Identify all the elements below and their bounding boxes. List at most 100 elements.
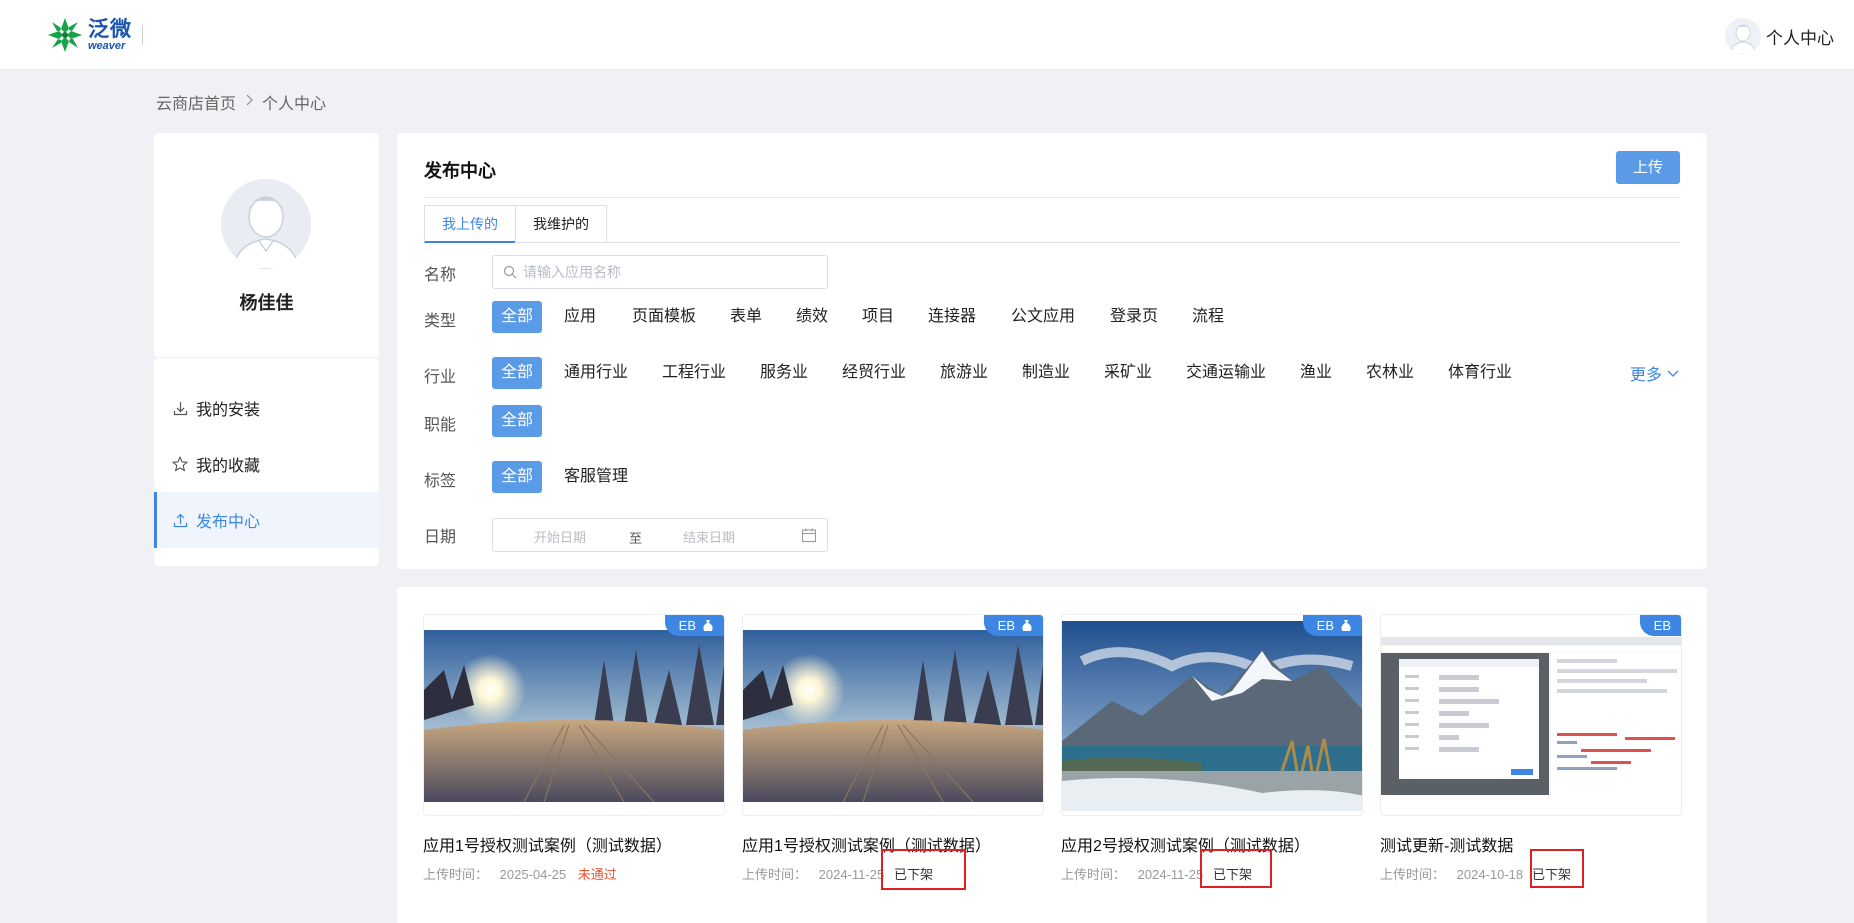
date-range-picker[interactable]: 开始日期 至 结束日期 (492, 518, 828, 552)
money-bag-icon (703, 620, 713, 631)
eb-badge-label: EB (997, 618, 1015, 633)
type-chip[interactable]: 连接器 (928, 301, 976, 333)
logo-text-cn: 泛微 (88, 17, 132, 41)
upload-date: 2025-04-25 (499, 867, 567, 882)
app-thumbnail[interactable]: EB (742, 614, 1044, 816)
industry-chip-all[interactable]: 全部 (492, 357, 543, 389)
profile-avatar (221, 179, 311, 269)
logo-text-en: weaver (88, 39, 126, 52)
app-card[interactable]: EB 应用2号授权测试案例（测试数据） 上传时间： 2024-11-25 已下架 (1061, 614, 1363, 884)
app-thumbnail[interactable]: EB (1061, 614, 1363, 816)
download-icon (172, 400, 188, 416)
date-start-input[interactable]: 开始日期 (534, 527, 586, 546)
user-avatar-icon (1725, 18, 1761, 54)
eb-badge: EB (664, 615, 724, 636)
type-chip[interactable]: 绩效 (796, 301, 828, 333)
weaver-logo[interactable]: 泛微 weaver (46, 16, 143, 54)
industry-chip[interactable]: 工程行业 (662, 357, 726, 389)
filter-label-tag: 标签 (424, 473, 457, 490)
chevron-down-icon (1667, 370, 1679, 377)
more-industries-link[interactable]: 更多 (1630, 361, 1680, 385)
type-chip-all[interactable]: 全部 (492, 301, 543, 333)
filter-label-type: 类型 (424, 313, 457, 330)
eb-badge: EB (983, 615, 1043, 636)
type-chip[interactable]: 应用 (564, 301, 596, 333)
user-center-link[interactable]: 个人中心 (1725, 18, 1834, 54)
app-thumbnail-image (743, 630, 1043, 802)
type-chip[interactable]: 页面模板 (632, 301, 696, 333)
filter-label-name: 名称 (424, 267, 457, 284)
upload-time-label: 上传时间： (742, 867, 808, 882)
eb-badge: EB (1302, 615, 1362, 636)
type-chip[interactable]: 公文应用 (1011, 301, 1075, 333)
search-input[interactable] (523, 264, 813, 280)
app-name[interactable]: 应用1号授权测试案例（测试数据） (423, 832, 725, 856)
profile-card: 杨佳佳 (154, 133, 379, 357)
tab-my-maintained[interactable]: 我维护的 (515, 205, 607, 243)
tag-chip[interactable]: 客服管理 (564, 461, 628, 493)
industry-chip[interactable]: 经贸行业 (842, 357, 906, 389)
eb-badge-label: EB (1316, 618, 1334, 633)
annotation-box (881, 849, 966, 890)
upload-button[interactable]: 上传 (1616, 151, 1680, 184)
type-chip[interactable]: 登录页 (1110, 301, 1158, 333)
app-list-panel: EB 应用1号授权测试案例（测试数据） 上传时间： 2025-04-25 未通过 (397, 587, 1707, 923)
status-badge: 未通过 (577, 867, 617, 882)
annotation-box (1530, 849, 1584, 888)
divider (424, 197, 1680, 198)
industry-chip[interactable]: 通用行业 (564, 357, 628, 389)
weaver-logo-icon (48, 18, 82, 52)
sidebar-item-publish-center[interactable]: 发布中心 (154, 492, 379, 548)
app-thumbnail[interactable]: EB (423, 614, 725, 816)
industry-chip[interactable]: 渔业 (1300, 357, 1332, 389)
star-icon (172, 456, 188, 472)
industry-chip[interactable]: 制造业 (1022, 357, 1070, 389)
type-chip[interactable]: 项目 (862, 301, 894, 333)
breadcrumb-chevron-icon (244, 93, 254, 111)
user-center-label: 个人中心 (1766, 28, 1834, 48)
annotation-box (1200, 849, 1272, 888)
app-card[interactable]: EB 应用1号授权测试案例（测试数据） 上传时间： 2024-11-25 已下架 (742, 614, 1044, 884)
breadcrumb-home[interactable]: 云商店首页 (156, 90, 236, 114)
page-title: 发布中心 (424, 161, 496, 181)
app-name-search[interactable] (492, 255, 828, 289)
sidebar-item-label: 我的收藏 (196, 458, 261, 475)
logo-divider (142, 25, 143, 45)
eb-badge: EB (1639, 615, 1681, 636)
industry-chip[interactable]: 采矿业 (1104, 357, 1152, 389)
sidebar-item-my-installs[interactable]: 我的安装 (154, 380, 379, 436)
date-range-separator: 至 (629, 531, 643, 546)
publish-center-panel: 发布中心 上传 我上传的 我维护的 名称 类型 全部 应用 页面模板 表单 绩效… (397, 133, 1707, 569)
breadcrumb: 云商店首页 个人中心 (156, 90, 326, 114)
date-end-input[interactable]: 结束日期 (683, 527, 735, 546)
eb-badge-label: EB (678, 618, 696, 633)
filter-label-date: 日期 (424, 529, 457, 546)
filter-label-industry: 行业 (424, 369, 457, 386)
industry-chip[interactable]: 交通运输业 (1186, 357, 1266, 389)
industry-chip[interactable]: 服务业 (760, 357, 808, 389)
app-thumbnail-image (1381, 637, 1681, 795)
more-label: 更多 (1629, 367, 1662, 384)
tab-my-uploads[interactable]: 我上传的 (424, 205, 516, 243)
app-card[interactable]: EB 测试更新-测试数据 上传时间： 2024-10-18 已下架 (1380, 614, 1682, 884)
app-thumbnail-image (424, 630, 724, 802)
eb-badge-label: EB (1653, 618, 1671, 633)
app-thumbnail-image (1062, 621, 1362, 811)
sidebar-item-label: 发布中心 (196, 514, 261, 531)
upload-date: 2024-11-25 (818, 867, 885, 882)
search-icon (503, 265, 517, 279)
app-thumbnail[interactable]: EB (1380, 614, 1682, 816)
tab-bar: 我上传的 我维护的 (424, 205, 1680, 243)
app-meta: 上传时间： 2025-04-25 未通过 (423, 864, 725, 884)
function-chip-all[interactable]: 全部 (492, 405, 543, 437)
type-chip[interactable]: 表单 (730, 301, 762, 333)
sidebar-item-label: 我的安装 (196, 402, 261, 419)
app-card[interactable]: EB 应用1号授权测试案例（测试数据） 上传时间： 2025-04-25 未通过 (423, 614, 725, 884)
tag-chip-all[interactable]: 全部 (492, 461, 543, 493)
industry-chip[interactable]: 旅游业 (940, 357, 988, 389)
industry-chip[interactable]: 体育行业 (1448, 357, 1512, 389)
type-chip[interactable]: 流程 (1192, 301, 1224, 333)
sidebar-item-my-favorites[interactable]: 我的收藏 (154, 436, 379, 492)
industry-chip[interactable]: 农林业 (1366, 357, 1414, 389)
upload-date: 2024-11-25 (1137, 867, 1204, 882)
